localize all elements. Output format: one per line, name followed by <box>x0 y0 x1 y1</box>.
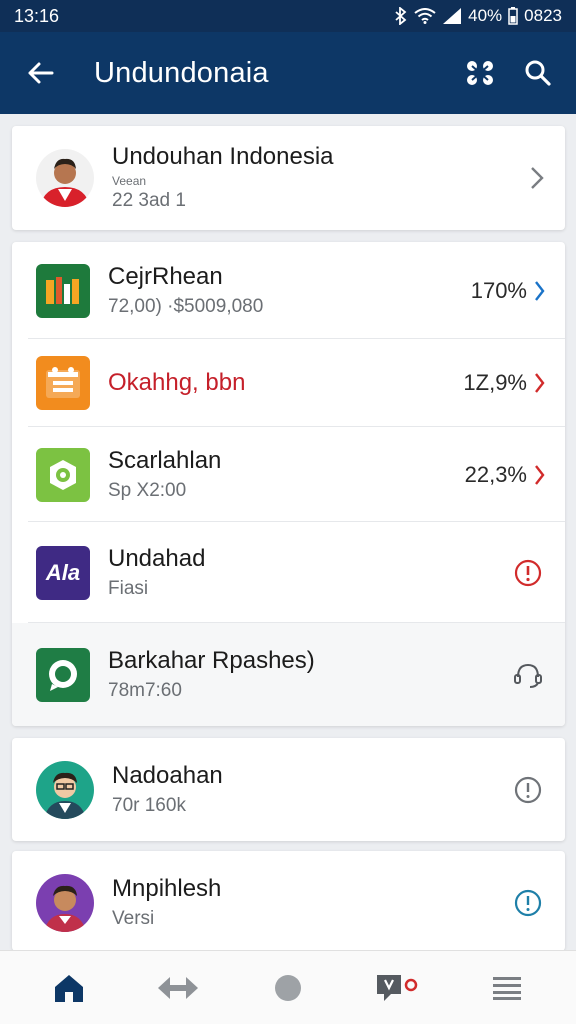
list-item-trail: 1Z,9% <box>455 370 565 396</box>
list-item-trail <box>455 556 565 590</box>
list-item-name: Undahad <box>108 544 206 572</box>
share-button[interactable] <box>458 51 502 95</box>
profile-sub: 22 3ad 1 <box>112 190 186 211</box>
wifi-icon <box>414 8 436 24</box>
page-title: Undundonaia <box>94 56 269 89</box>
list-item-sub: 72,00) ·$5009,080 <box>108 295 264 317</box>
list-item[interactable]: Ala Undahad Fiasi <box>12 522 565 623</box>
apps-card: CejrRhean 72,00) ·$5009,080 170% Okahhg,… <box>12 242 565 726</box>
alert-circle-icon <box>514 559 542 586</box>
bluetooth-icon <box>395 7 407 25</box>
nav-messages[interactable] <box>368 958 428 1018</box>
list-item-trail: 22,3% <box>455 462 565 488</box>
contact-text: Mnpihlesh Versi <box>112 874 455 932</box>
nav-transfer[interactable] <box>148 958 208 1018</box>
contact-card[interactable]: Mnpihlesh Versi <box>12 851 565 951</box>
list-item-trail <box>455 658 565 692</box>
circle-app-icon <box>36 447 90 502</box>
profile-card[interactable]: Undouhan Indonesia Veean 22 3ad 1 <box>12 126 565 230</box>
aa-app-icon: Ala <box>36 545 90 600</box>
list-item-text: Okahhg, bbn <box>108 368 455 398</box>
list-item-name: Scarlahlan <box>108 446 222 474</box>
trend-blue-icon <box>535 280 545 301</box>
signal-icon <box>443 8 462 24</box>
avatar <box>36 149 94 207</box>
headset-icon <box>514 663 542 688</box>
info-button[interactable] <box>511 886 545 920</box>
list-item-value: 1Z,9% <box>463 370 527 395</box>
list-item-text: Undahad Fiasi <box>108 544 455 602</box>
bottom-nav <box>0 950 576 1024</box>
aa-app-icon-label: Ala <box>45 559 81 585</box>
contact-name: Mnpihlesh <box>112 875 222 902</box>
status-clock: 0823 <box>524 6 562 25</box>
battery-text: 40% <box>468 6 503 25</box>
back-button[interactable] <box>24 57 56 89</box>
list-item-sub: Sp X2:00 <box>108 479 187 501</box>
list-item[interactable]: CejrRhean 72,00) ·$5009,080 170% <box>12 242 565 339</box>
battery-icon <box>508 7 518 25</box>
list-item-name: Barkahar Rpashes) <box>108 646 315 674</box>
share-nodes-icon <box>467 61 493 85</box>
list-item-text: Barkahar Rpashes) 78m7:60 <box>108 646 455 704</box>
contact-sub: 70r 160k <box>112 794 186 816</box>
list-item[interactable]: Okahhg, bbn 1Z,9% <box>12 339 565 427</box>
status-icons: 40% 0823 <box>394 6 562 26</box>
contact-row[interactable]: Mnpihlesh Versi <box>12 851 565 951</box>
back-arrow-icon <box>28 62 54 84</box>
list-item-sub: Fiasi <box>108 577 149 599</box>
info-circle-icon <box>514 889 542 917</box>
avatar <box>36 874 94 932</box>
list-item-trail: 170% <box>455 278 565 304</box>
list-item-name: Okahhg, bbn <box>108 369 246 396</box>
contact-sub: Versi <box>112 908 155 929</box>
list-item[interactable]: Scarlahlan Sp X2:00 22,3% <box>12 427 565 522</box>
chat-app-icon <box>36 647 90 702</box>
status-time: 13:16 <box>14 5 60 26</box>
trend-red-icon <box>535 464 545 485</box>
chevron-right-icon <box>531 167 544 189</box>
nav-menu[interactable] <box>477 958 537 1018</box>
info-circle-icon <box>514 776 542 803</box>
support-button[interactable] <box>511 658 545 692</box>
list-item-text: Scarlahlan Sp X2:00 <box>108 446 455 504</box>
contact-name: Nadoahan <box>112 761 223 789</box>
list-item-sub: 78m7:60 <box>108 679 182 701</box>
search-button[interactable] <box>516 51 560 95</box>
contact-row[interactable]: Nadoahan 70r 160k <box>12 738 565 841</box>
profile-name: Undouhan Indonesia <box>112 143 334 170</box>
list-item-value: 170% <box>470 277 527 303</box>
swap-arrows-icon <box>158 976 199 999</box>
calendar-app-icon <box>36 356 90 410</box>
home-icon <box>54 974 83 1002</box>
contact-trail <box>455 886 565 920</box>
nav-center[interactable] <box>258 958 318 1018</box>
contact-trail <box>455 773 565 807</box>
contact-card[interactable]: Nadoahan 70r 160k <box>12 738 565 841</box>
contact-text: Nadoahan 70r 160k <box>112 761 455 819</box>
app-bar: Undundonaia <box>0 32 576 114</box>
search-icon <box>525 60 551 86</box>
list-item-value: 22,3% <box>464 461 527 487</box>
bars-app-icon <box>36 263 90 318</box>
nav-home[interactable] <box>39 958 99 1018</box>
profile-row[interactable]: Undouhan Indonesia Veean 22 3ad 1 <box>12 126 565 230</box>
message-badge-icon <box>376 974 417 1001</box>
avatar <box>36 760 94 819</box>
list-item-text: CejrRhean 72,00) ·$5009,080 <box>108 262 455 320</box>
profile-text: Undouhan Indonesia Veean 22 3ad 1 <box>112 142 455 214</box>
alert-button[interactable] <box>511 556 545 590</box>
menu-icon <box>493 976 522 1000</box>
list-item[interactable]: Barkahar Rpashes) 78m7:60 <box>12 623 565 726</box>
list-item-name: CejrRhean <box>108 262 223 290</box>
info-button[interactable] <box>511 773 545 807</box>
circle-icon <box>274 974 301 1001</box>
status-bar: 13:16 40% 0823 <box>0 0 576 32</box>
profile-trail <box>455 166 565 190</box>
trend-red-icon <box>535 373 545 393</box>
profile-small: Veean <box>112 174 147 188</box>
